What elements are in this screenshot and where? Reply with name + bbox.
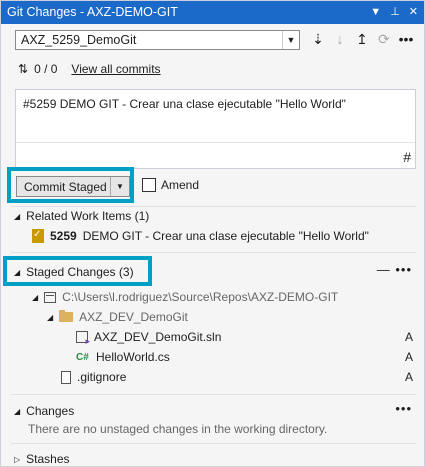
staged-actions: — ••• bbox=[377, 262, 412, 277]
file-row[interactable]: C# HelloWorld.cs bbox=[76, 350, 170, 364]
sync-row: ⇅ 0 / 0 View all commits bbox=[18, 62, 161, 76]
pull-icon[interactable]: ↓ bbox=[332, 31, 348, 47]
divider bbox=[11, 252, 416, 253]
divider bbox=[16, 142, 415, 143]
sync-counts: 0 / 0 bbox=[34, 62, 58, 76]
collapsed-triangle-icon: ▷ bbox=[14, 454, 21, 464]
amend-checkbox[interactable] bbox=[142, 178, 156, 192]
folder-name: AXZ_DEV_DemoGit bbox=[79, 310, 188, 324]
repo-path: C:\Users\l.rodriguez\Source\Repos\AXZ-DE… bbox=[62, 290, 339, 304]
hash-icon[interactable]: # bbox=[403, 149, 411, 165]
expanded-triangle-icon: ◢ bbox=[14, 211, 21, 221]
more-icon[interactable]: ••• bbox=[398, 31, 414, 47]
file-icon bbox=[61, 370, 71, 384]
folder-row[interactable]: ◢ AXZ_DEV_DemoGit bbox=[47, 310, 188, 324]
dropdown-icon[interactable]: ▼ bbox=[370, 4, 381, 20]
git-changes-window: Git Changes - AXZ-DEMO-GIT ▼ ⊥ ✕ AXZ_525… bbox=[0, 0, 425, 467]
amend-option[interactable]: Amend bbox=[142, 178, 199, 192]
divider bbox=[11, 206, 416, 207]
changes-actions: ••• bbox=[395, 401, 412, 416]
repo-row[interactable]: ◢ C:\Users\l.rodriguez\Source\Repos\AXZ-… bbox=[32, 290, 338, 304]
branch-row: AXZ_5259_DemoGit ▼ ⇣ ↓ ↥ ⟳ ••• bbox=[1, 24, 424, 54]
file-name: .gitignore bbox=[77, 370, 127, 384]
window-title: Git Changes - AXZ-DEMO-GIT bbox=[7, 5, 178, 19]
close-icon[interactable]: ✕ bbox=[409, 4, 418, 20]
expanded-triangle-icon: ◢ bbox=[14, 406, 21, 416]
stashes-title: Stashes bbox=[26, 452, 70, 466]
file-name: AXZ_DEV_DemoGit.sln bbox=[94, 330, 222, 344]
title-bar-controls: ▼ ⊥ ✕ bbox=[370, 4, 418, 20]
csharp-file-icon: C# bbox=[76, 351, 89, 363]
divider bbox=[11, 394, 416, 395]
amend-label: Amend bbox=[161, 178, 200, 192]
commit-staged-button[interactable]: Commit Staged ▼ bbox=[16, 176, 130, 197]
related-work-items-title: Related Work Items (1) bbox=[26, 209, 150, 223]
file-row[interactable]: .gitignore bbox=[61, 370, 126, 384]
commit-message-input[interactable]: #5259 DEMO GIT - Crear una clase ejecuta… bbox=[15, 89, 416, 169]
work-item-title: DEMO GIT - Crear una clase ejecutable "H… bbox=[82, 229, 369, 243]
work-item[interactable]: 5259 DEMO GIT - Crear una clase ejecutab… bbox=[32, 229, 369, 243]
commit-staged-label: Commit Staged bbox=[24, 180, 107, 194]
branch-name: AXZ_5259_DemoGit bbox=[21, 33, 137, 47]
file-row[interactable]: AXZ_DEV_DemoGit.sln bbox=[76, 330, 222, 347]
work-item-icon bbox=[32, 229, 44, 243]
staged-changes-title: Staged Changes (3) bbox=[26, 265, 134, 279]
file-status: A bbox=[405, 330, 414, 344]
sync-icon[interactable]: ⟳ bbox=[376, 31, 392, 47]
folder-icon bbox=[59, 310, 74, 322]
expanded-triangle-icon: ◢ bbox=[14, 267, 21, 277]
repository-icon bbox=[44, 291, 57, 303]
fetch-icon[interactable]: ⇣ bbox=[310, 31, 326, 47]
related-work-items-header[interactable]: ◢ Related Work Items (1) bbox=[14, 209, 149, 223]
file-status: A bbox=[405, 350, 414, 364]
pin-icon[interactable]: ⊥ bbox=[390, 4, 400, 20]
unstage-all-icon[interactable]: — bbox=[377, 262, 391, 277]
chevron-down-icon[interactable]: ▼ bbox=[110, 177, 129, 196]
push-icon[interactable]: ↥ bbox=[354, 31, 370, 47]
commit-message-text: #5259 DEMO GIT - Crear una clase ejecuta… bbox=[23, 97, 346, 111]
changes-title: Changes bbox=[26, 404, 75, 418]
staged-changes-header[interactable]: ◢ Staged Changes (3) bbox=[14, 265, 134, 279]
title-bar: Git Changes - AXZ-DEMO-GIT ▼ ⊥ ✕ bbox=[1, 1, 424, 24]
divider bbox=[11, 443, 416, 444]
solution-file-icon bbox=[76, 331, 90, 347]
expanded-triangle-icon: ◢ bbox=[47, 312, 54, 322]
chevron-down-icon[interactable]: ▼ bbox=[282, 31, 299, 49]
more-icon[interactable]: ••• bbox=[395, 262, 412, 277]
changes-empty-text: There are no unstaged changes in the wor… bbox=[28, 422, 327, 436]
branch-selector[interactable]: AXZ_5259_DemoGit ▼ bbox=[15, 30, 300, 50]
stashes-header[interactable]: ▷ Stashes bbox=[14, 452, 70, 466]
view-all-commits-link[interactable]: View all commits bbox=[71, 62, 160, 76]
work-item-id: 5259 bbox=[50, 229, 77, 243]
file-status: A bbox=[405, 370, 414, 384]
sync-arrows-icon: ⇅ bbox=[18, 62, 29, 76]
git-actions: ⇣ ↓ ↥ ⟳ ••• bbox=[310, 31, 414, 47]
more-icon[interactable]: ••• bbox=[395, 401, 412, 416]
empty-message: There are no unstaged changes in the wor… bbox=[28, 422, 328, 436]
changes-header[interactable]: ◢ Changes bbox=[14, 404, 74, 418]
file-name: HelloWorld.cs bbox=[96, 350, 170, 364]
expanded-triangle-icon: ◢ bbox=[32, 292, 39, 302]
